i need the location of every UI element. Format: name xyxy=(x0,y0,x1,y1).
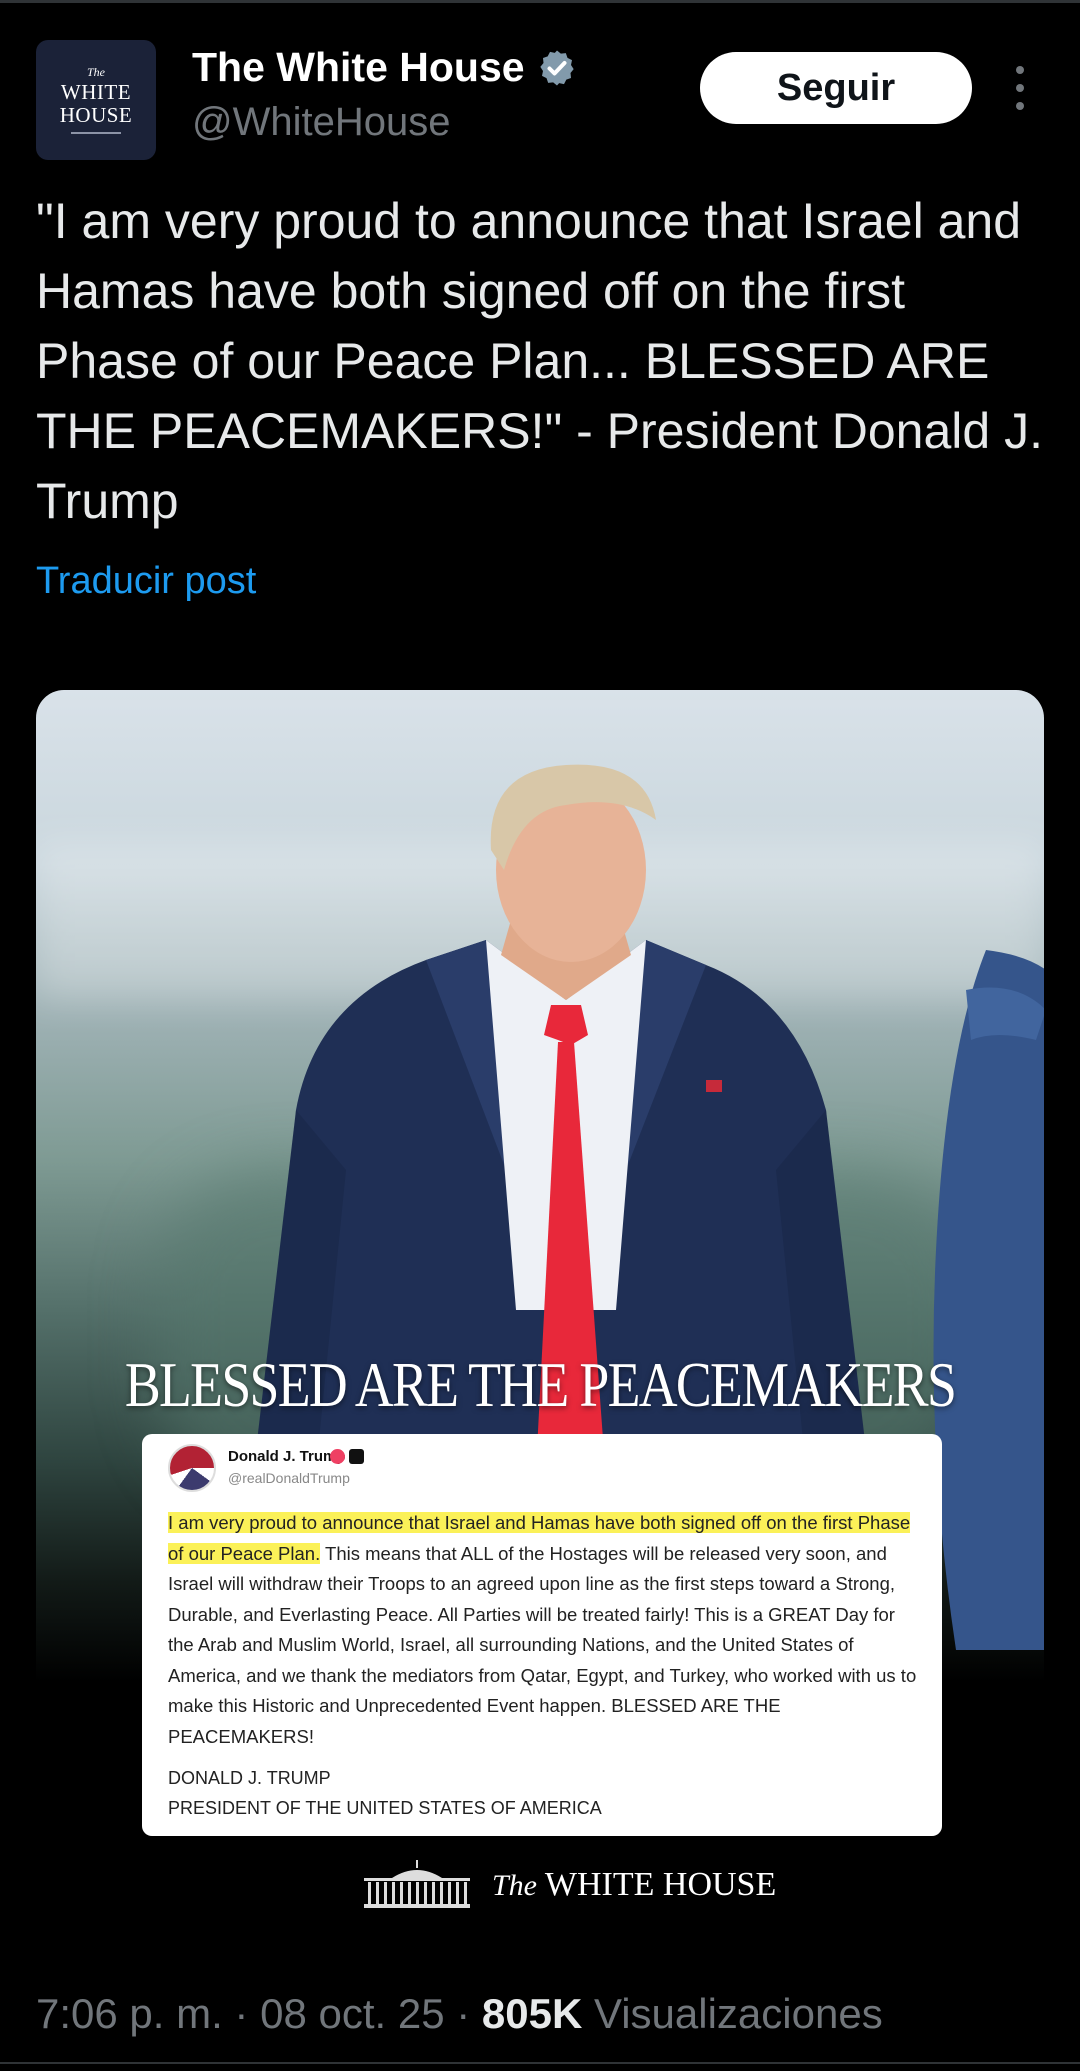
embedded-signature-name: DONALD J. TRUMP xyxy=(168,1768,331,1788)
translate-post-link[interactable]: Traducir post xyxy=(36,560,256,603)
embedded-post-card: Donald J. Trump @realDonaldTrump I am ve… xyxy=(142,1434,942,1836)
post-time[interactable]: 7:06 p. m. xyxy=(36,1990,223,2037)
white-house-building-icon xyxy=(364,1860,470,1908)
post-date[interactable]: 08 oct. 25 xyxy=(260,1990,444,2037)
bottom-divider xyxy=(0,2062,1080,2064)
embedded-name: Donald J. Trump xyxy=(228,1448,346,1465)
follow-button[interactable]: Seguir xyxy=(700,52,972,124)
account-name-row: The White House xyxy=(192,44,577,91)
embedded-body-text: This means that ALL of the Hostages will… xyxy=(168,1542,917,1747)
views-label: Visualizaciones xyxy=(593,1990,883,2037)
embedded-avatar xyxy=(168,1444,216,1492)
avatar-line-2: HOUSE xyxy=(59,103,133,127)
avatar-rule xyxy=(71,132,121,134)
display-name[interactable]: The White House xyxy=(192,44,525,91)
post-media-image[interactable]: BLESSED ARE THE PEACEMAKERS Donald J. Tr… xyxy=(36,690,1044,1930)
verified-badge-icon xyxy=(539,50,574,85)
profile-avatar[interactable]: The WHITE HOUSE xyxy=(36,40,156,160)
avatar-line-1: WHITE xyxy=(60,80,132,104)
embedded-verified-icon xyxy=(330,1449,345,1464)
more-options-icon[interactable] xyxy=(1008,66,1032,110)
post-text: "I am very proud to announce that Israel… xyxy=(36,193,1043,529)
post-metadata: 7:06 p. m. · 08 oct. 25 · 805K Visualiza… xyxy=(36,1990,883,2037)
embedded-post-body: I am very proud to announce that Israel … xyxy=(168,1508,920,1752)
avatar-small-text: The xyxy=(87,65,105,79)
embedded-handle: @realDonaldTrump xyxy=(228,1470,350,1486)
wordmark-the: The xyxy=(492,1869,537,1902)
embedded-signature-title: PRESIDENT OF THE UNITED STATES OF AMERIC… xyxy=(168,1798,602,1818)
views-count: 805K xyxy=(481,1990,583,2037)
white-house-wordmark: The WHITE HOUSE xyxy=(492,1866,776,1904)
account-handle[interactable]: @WhiteHouse xyxy=(192,100,450,145)
media-banner-title: BLESSED ARE THE PEACEMAKERS xyxy=(124,1349,957,1420)
embedded-badge-icon xyxy=(349,1449,364,1464)
wordmark-name: WHITE HOUSE xyxy=(544,1866,777,1903)
officer-figure xyxy=(933,950,1044,1650)
top-divider xyxy=(0,0,1080,3)
